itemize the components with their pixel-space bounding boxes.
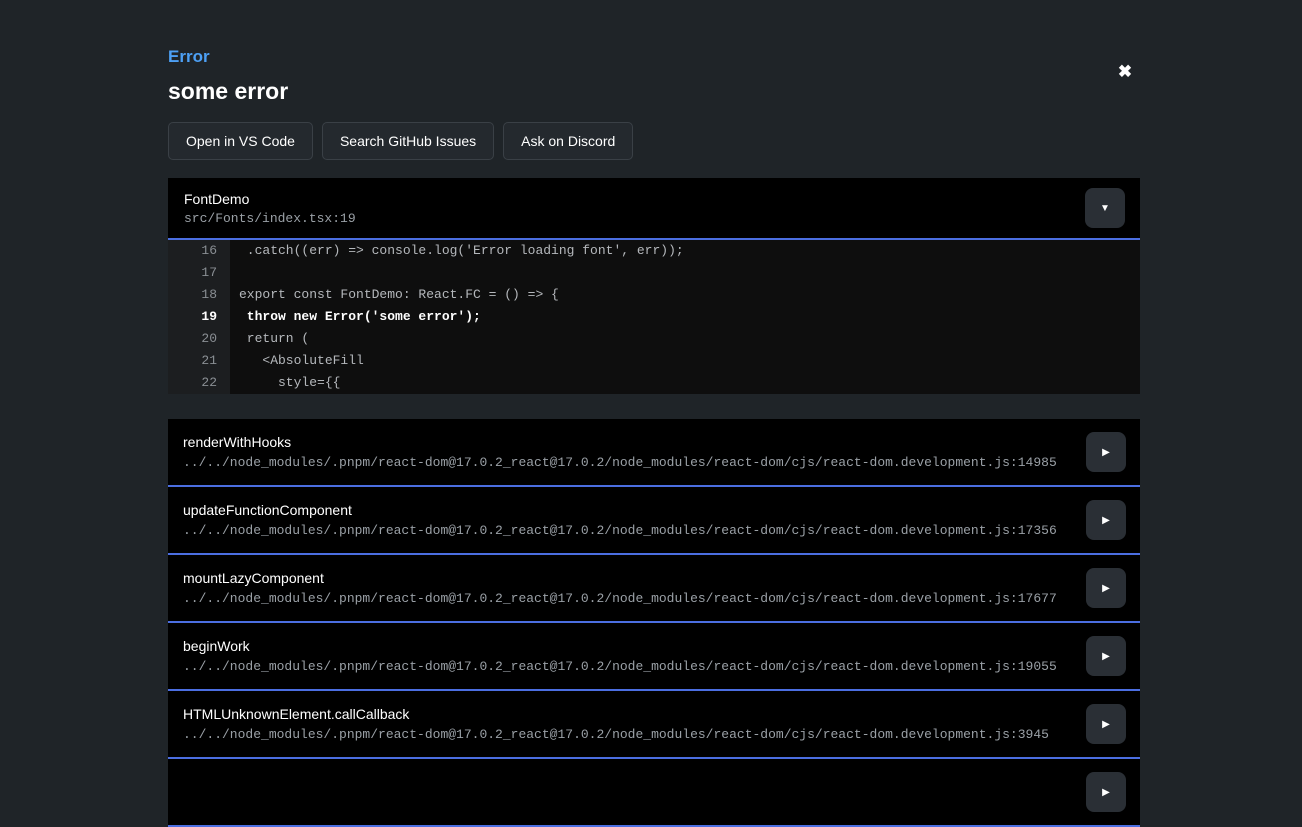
play-right-icon: ▶ bbox=[1102, 651, 1110, 662]
stack-frame-function: mountLazyComponent bbox=[183, 570, 1057, 587]
line-number: 17 bbox=[168, 262, 230, 284]
line-number: 22 bbox=[168, 372, 230, 394]
error-overlay-page: { "colors": { "accent-blue": "#4da0f5", … bbox=[0, 0, 1302, 776]
stack-frame: beginWork ../../node_modules/.pnpm/react… bbox=[168, 623, 1140, 691]
play-right-icon: ▶ bbox=[1102, 583, 1110, 594]
error-message-title: some error bbox=[168, 78, 1140, 104]
play-right-icon: ▶ bbox=[1102, 719, 1110, 730]
line-number: 18 bbox=[168, 284, 230, 306]
code-line-text: style={{ bbox=[230, 372, 340, 394]
error-type-label: Error bbox=[168, 48, 1140, 66]
stack-frame: HTMLUnknownElement.callCallback ../../no… bbox=[168, 691, 1140, 759]
search-github-issues-button[interactable]: Search GitHub Issues bbox=[322, 122, 494, 160]
stack-frame-partial: ▶ bbox=[168, 759, 1140, 827]
stack-frame-text: mountLazyComponent ../../node_modules/.p… bbox=[183, 570, 1057, 606]
stack-frame-function: renderWithHooks bbox=[183, 434, 1057, 451]
code-line-text: throw new Error('some error'); bbox=[230, 306, 481, 328]
stack-frame: updateFunctionComponent ../../node_modul… bbox=[168, 487, 1140, 555]
expand-frame-button[interactable]: ▶ bbox=[1086, 500, 1126, 540]
code-line-text bbox=[230, 262, 239, 284]
expand-frame-button[interactable]: ▶ bbox=[1086, 432, 1126, 472]
code-frame-header-text: FontDemo src/Fonts/index.tsx:19 bbox=[184, 191, 356, 226]
play-right-icon: ▶ bbox=[1102, 787, 1110, 798]
expand-frame-button[interactable]: ▶ bbox=[1086, 704, 1126, 744]
code-line: 21 <AbsoluteFill bbox=[168, 350, 1140, 372]
component-name: FontDemo bbox=[184, 191, 356, 208]
stack-frame-text: updateFunctionComponent ../../node_modul… bbox=[183, 502, 1057, 538]
code-line-text: export const FontDemo: React.FC = () => … bbox=[230, 284, 559, 306]
code-line: 18 export const FontDemo: React.FC = () … bbox=[168, 284, 1140, 306]
stack-frame-path: ../../node_modules/.pnpm/react-dom@17.0.… bbox=[183, 455, 1057, 470]
stack-frame-path: ../../node_modules/.pnpm/react-dom@17.0.… bbox=[183, 659, 1057, 674]
stack-frame: renderWithHooks ../../node_modules/.pnpm… bbox=[168, 419, 1140, 487]
stack-frame-path: ../../node_modules/.pnpm/react-dom@17.0.… bbox=[183, 591, 1057, 606]
stack-frame-text: HTMLUnknownElement.callCallback ../../no… bbox=[183, 706, 1049, 742]
code-line: 16 .catch((err) => console.log('Error lo… bbox=[168, 240, 1140, 262]
open-in-vscode-button[interactable]: Open in VS Code bbox=[168, 122, 313, 160]
line-number: 20 bbox=[168, 328, 230, 350]
play-right-icon: ▶ bbox=[1102, 515, 1110, 526]
code-line-text: return ( bbox=[230, 328, 309, 350]
line-number: 16 bbox=[168, 240, 230, 262]
line-number: 21 bbox=[168, 350, 230, 372]
play-right-icon: ▶ bbox=[1102, 447, 1110, 458]
code-line-text: <AbsoluteFill bbox=[230, 350, 364, 372]
stack-frame-text: beginWork ../../node_modules/.pnpm/react… bbox=[183, 638, 1057, 674]
source-code-frame: FontDemo src/Fonts/index.tsx:19 ▼ 16 .ca… bbox=[168, 178, 1140, 394]
code-line-text: .catch((err) => console.log('Error loadi… bbox=[230, 240, 684, 262]
code-line: 20 return ( bbox=[168, 328, 1140, 350]
stack-frame-path: ../../node_modules/.pnpm/react-dom@17.0.… bbox=[183, 523, 1057, 538]
stack-frame-path: ../../node_modules/.pnpm/react-dom@17.0.… bbox=[183, 727, 1049, 742]
error-overlay-content: Error some error Open in VS Code Search … bbox=[168, 0, 1140, 827]
code-frame-header: FontDemo src/Fonts/index.tsx:19 ▼ bbox=[168, 178, 1140, 240]
line-number: 19 bbox=[168, 306, 230, 328]
stack-frame: mountLazyComponent ../../node_modules/.p… bbox=[168, 555, 1140, 623]
code-snippet: 16 .catch((err) => console.log('Error lo… bbox=[168, 240, 1140, 394]
expand-frame-button[interactable]: ▶ bbox=[1086, 636, 1126, 676]
stack-frame-text: renderWithHooks ../../node_modules/.pnpm… bbox=[183, 434, 1057, 470]
code-line: 17 bbox=[168, 262, 1140, 284]
code-line: 22 style={{ bbox=[168, 372, 1140, 394]
source-file-location: src/Fonts/index.tsx:19 bbox=[184, 211, 356, 226]
chevron-down-icon: ▼ bbox=[1100, 203, 1110, 214]
stack-frame-function: HTMLUnknownElement.callCallback bbox=[183, 706, 1049, 723]
expand-frame-button[interactable]: ▶ bbox=[1086, 772, 1126, 812]
stack-frame-function: beginWork bbox=[183, 638, 1057, 655]
expand-frame-button[interactable]: ▶ bbox=[1086, 568, 1126, 608]
ask-on-discord-button[interactable]: Ask on Discord bbox=[503, 122, 633, 160]
stack-frame-function: updateFunctionComponent bbox=[183, 502, 1057, 519]
stack-trace-list: renderWithHooks ../../node_modules/.pnpm… bbox=[168, 419, 1140, 827]
collapse-code-button[interactable]: ▼ bbox=[1085, 188, 1125, 228]
code-line-highlighted: 19 throw new Error('some error'); bbox=[168, 306, 1140, 328]
action-buttons-row: Open in VS Code Search GitHub Issues Ask… bbox=[168, 122, 1140, 160]
